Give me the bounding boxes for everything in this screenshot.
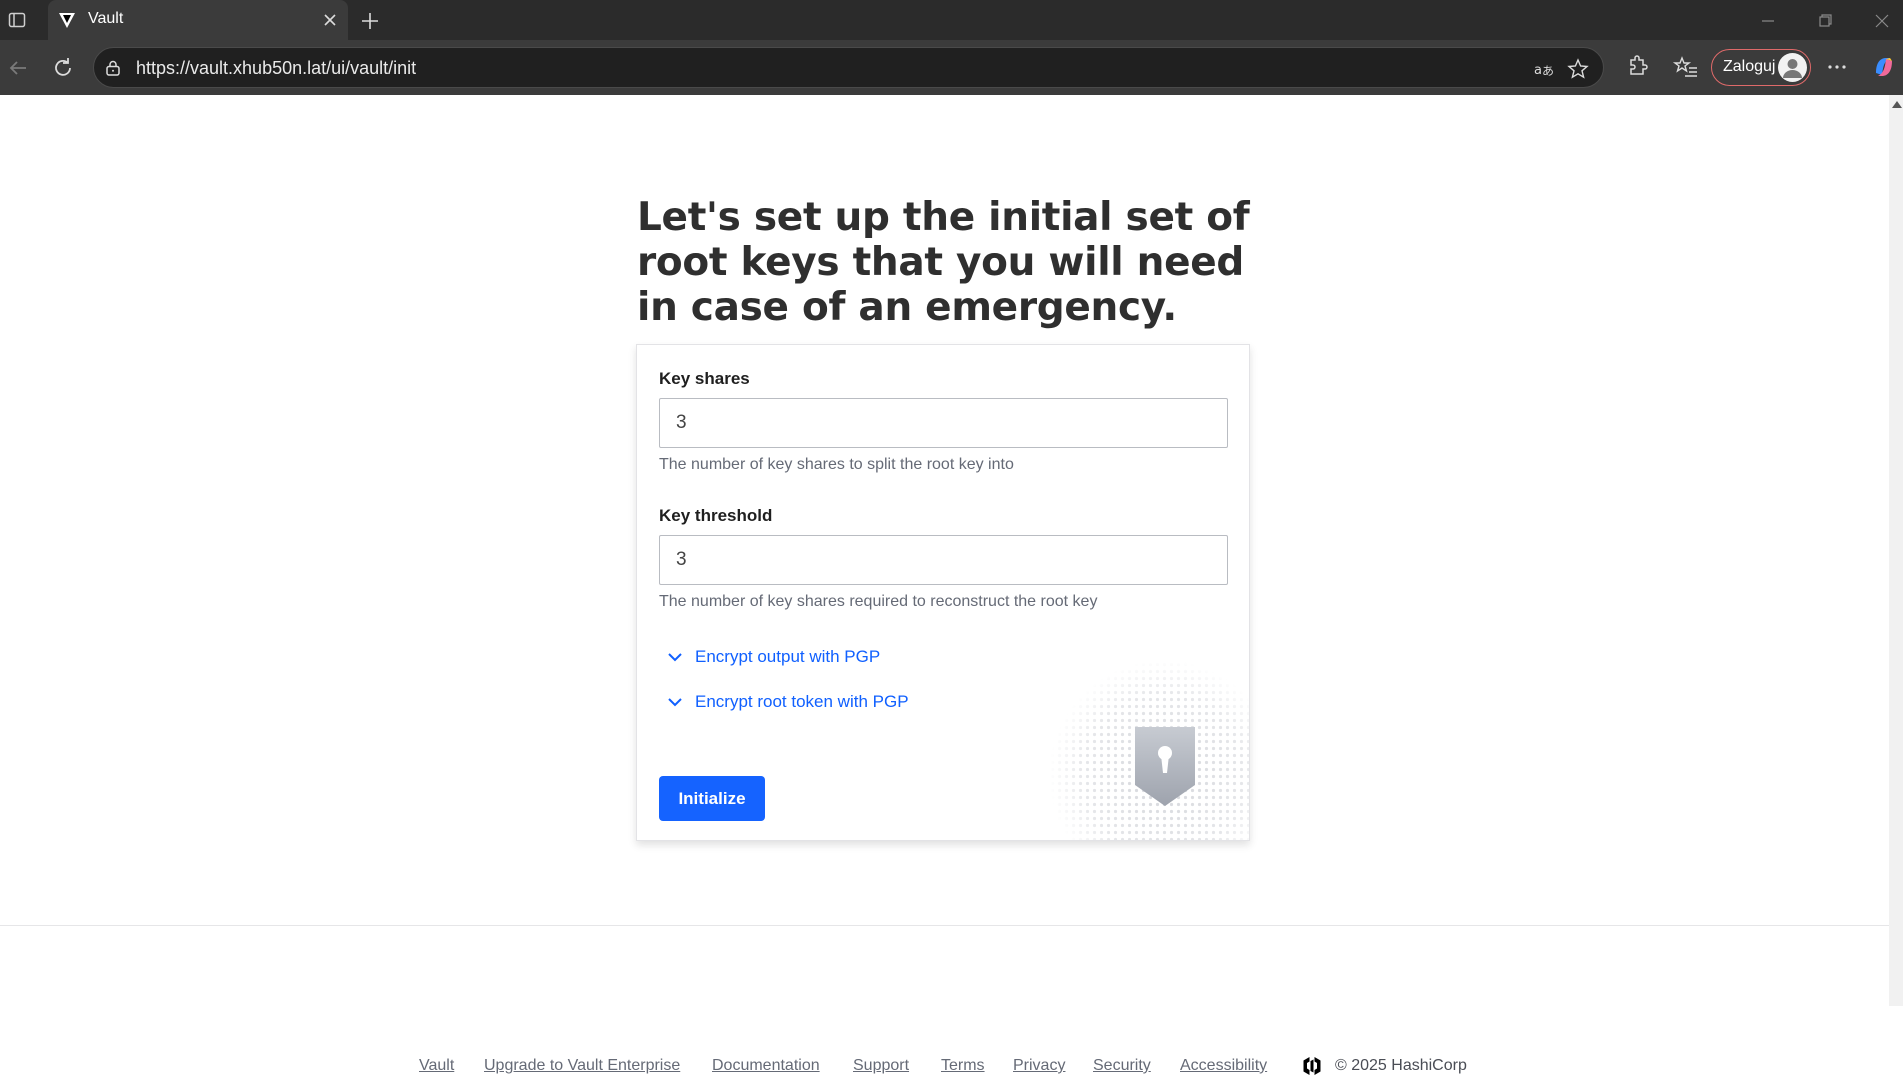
site-info-lock-icon[interactable] bbox=[104, 59, 122, 77]
chevron-down-icon bbox=[668, 653, 682, 662]
favorite-star-icon[interactable] bbox=[1566, 57, 1590, 81]
url-text: https://vault.xhub50n.lat/ui/vault/init bbox=[136, 58, 417, 78]
avatar-icon bbox=[1778, 53, 1807, 82]
encrypt-output-pgp-toggle[interactable]: Encrypt output with PGP bbox=[665, 645, 880, 669]
footer-link-documentation[interactable]: Documentation bbox=[712, 1057, 820, 1075]
page-scrollbar[interactable] bbox=[1889, 95, 1903, 1006]
page-title: Let's set up the initial set of root key… bbox=[637, 195, 1250, 330]
key-shares-label: Key shares bbox=[659, 369, 750, 388]
close-window-icon[interactable] bbox=[1870, 9, 1894, 33]
initialize-button[interactable]: Initialize bbox=[659, 776, 765, 821]
footer-divider bbox=[0, 925, 1889, 926]
svg-text:a: a bbox=[1534, 63, 1542, 78]
extensions-icon[interactable] bbox=[1622, 53, 1650, 81]
browser-tab-vault[interactable]: Vault bbox=[48, 0, 348, 40]
sidebar-toggle-icon[interactable] bbox=[6, 9, 28, 31]
reload-icon[interactable] bbox=[49, 54, 77, 82]
new-tab-icon[interactable] bbox=[358, 9, 382, 33]
init-form-card: Key shares The number of key shares to s… bbox=[636, 344, 1250, 841]
toggle-label: Encrypt root token with PGP bbox=[695, 692, 909, 711]
tab-title: Vault bbox=[88, 10, 124, 27]
vault-favicon-icon bbox=[59, 13, 75, 28]
hashicorp-logo-icon bbox=[1303, 1057, 1321, 1075]
key-shares-help: The number of key shares to split the ro… bbox=[659, 456, 1014, 473]
svg-text:あ: あ bbox=[1542, 64, 1554, 78]
toggle-label: Encrypt output with PGP bbox=[695, 647, 881, 666]
back-arrow-icon[interactable] bbox=[4, 54, 32, 82]
encrypt-root-token-pgp-toggle[interactable]: Encrypt root token with PGP bbox=[665, 690, 909, 714]
footer-link-accessibility[interactable]: Accessibility bbox=[1180, 1057, 1267, 1075]
vault-shield-illustration-icon bbox=[1049, 640, 1249, 840]
profile-button[interactable]: Zaloguj bbox=[1711, 49, 1811, 86]
footer-link-security[interactable]: Security bbox=[1093, 1057, 1151, 1075]
copilot-icon[interactable] bbox=[1870, 53, 1898, 81]
footer-link-privacy[interactable]: Privacy bbox=[1013, 1057, 1065, 1075]
copyright-text: © 2025 HashiCorp bbox=[1335, 1057, 1467, 1074]
footer-link-upgrade[interactable]: Upgrade to Vault Enterprise bbox=[484, 1057, 680, 1075]
address-bar[interactable]: https://vault.xhub50n.lat/ui/vault/init … bbox=[93, 47, 1604, 88]
favorites-list-icon[interactable] bbox=[1672, 53, 1700, 81]
browser-tab-bar: Vault bbox=[0, 0, 1903, 40]
key-threshold-input[interactable] bbox=[659, 535, 1228, 585]
footer-link-vault[interactable]: Vault bbox=[419, 1057, 454, 1075]
profile-label: Zaloguj bbox=[1723, 58, 1776, 75]
close-tab-icon[interactable] bbox=[320, 10, 340, 30]
browser-toolbar: https://vault.xhub50n.lat/ui/vault/init … bbox=[0, 40, 1903, 95]
vault-init-page: Let's set up the initial set of root key… bbox=[0, 95, 1889, 1075]
translate-icon[interactable]: aあ bbox=[1532, 57, 1556, 81]
restore-icon[interactable] bbox=[1813, 9, 1837, 33]
chevron-down-icon bbox=[668, 698, 682, 707]
footer-link-support[interactable]: Support bbox=[853, 1057, 909, 1075]
scroll-up-arrow-icon[interactable] bbox=[1892, 101, 1902, 108]
key-shares-input[interactable] bbox=[659, 398, 1228, 448]
key-threshold-label: Key threshold bbox=[659, 506, 773, 525]
more-options-icon[interactable] bbox=[1823, 53, 1851, 81]
footer: Vault Upgrade to Vault Enterprise Docume… bbox=[0, 1050, 1889, 1084]
key-threshold-help: The number of key shares required to rec… bbox=[659, 593, 1098, 610]
minimize-icon[interactable] bbox=[1756, 9, 1780, 33]
footer-link-terms[interactable]: Terms bbox=[941, 1057, 985, 1075]
